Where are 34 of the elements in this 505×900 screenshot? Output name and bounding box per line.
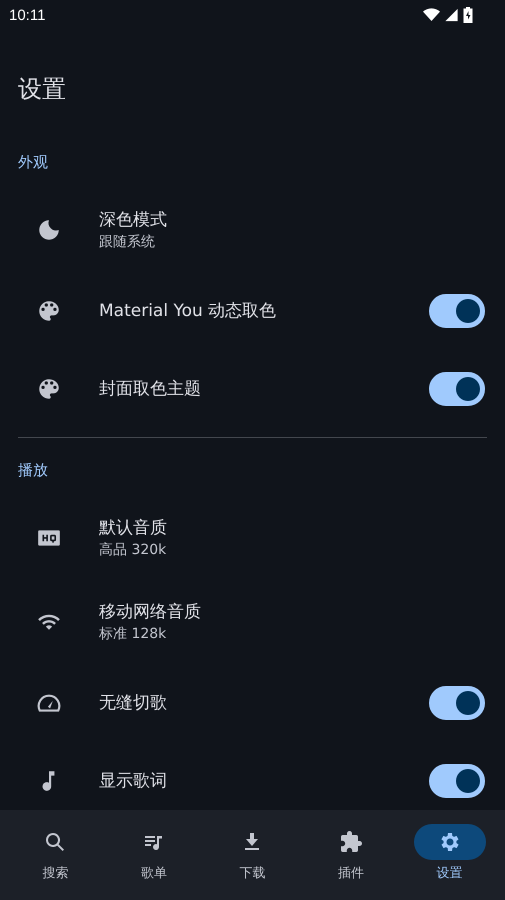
setting-title: 深色模式 (99, 209, 168, 232)
setting-title: Material You 动态取色 (99, 300, 278, 323)
nav-tab[interactable]: 插件 (306, 810, 396, 900)
setting-value: 跟随系统 (99, 233, 156, 252)
nav-tab[interactable]: 下载 (207, 810, 298, 900)
toggle-switch[interactable] (429, 372, 485, 406)
settings-item[interactable]: 移动网络音质 标准 128k (18, 580, 487, 664)
setting-value: 标准 128k (99, 625, 168, 644)
puzzle-icon (339, 830, 364, 854)
settings-item[interactable]: 显示歌词 (18, 742, 487, 810)
toggle-switch[interactable] (429, 294, 485, 328)
toggle-switch[interactable] (429, 686, 485, 720)
settings-item[interactable]: 默认音质 高品 320k (18, 496, 487, 580)
settings-item[interactable]: 无缝切歌 (18, 664, 487, 742)
wifi-signal-icon (423, 8, 440, 22)
setting-title: 默认音质 (99, 517, 168, 540)
toggle-switch[interactable] (429, 764, 485, 798)
section-header: 外观 (18, 152, 49, 172)
setting-value: 高品 320k (99, 541, 168, 560)
section-header: 播放 (18, 460, 49, 480)
cell-signal-icon (443, 8, 460, 22)
setting-title: 无缝切歌 (99, 692, 168, 715)
nav-tab[interactable]: 搜索 (10, 810, 100, 900)
battery-icon (463, 7, 473, 23)
status-time: 10:11 (9, 6, 46, 24)
page-title: 设置 (18, 74, 67, 104)
settings-item[interactable]: Material You 动态取色 (18, 272, 487, 350)
nav-tab[interactable]: 设置 (404, 810, 495, 900)
settings-item[interactable]: 深色模式 跟随系统 (18, 188, 487, 272)
settings-item[interactable]: 封面取色主题 (18, 350, 487, 428)
setting-title: 移动网络音质 (99, 601, 202, 624)
setting-title: 封面取色主题 (99, 378, 202, 401)
nav-tab[interactable]: 歌单 (108, 810, 199, 900)
setting-title: 显示歌词 (99, 770, 168, 793)
